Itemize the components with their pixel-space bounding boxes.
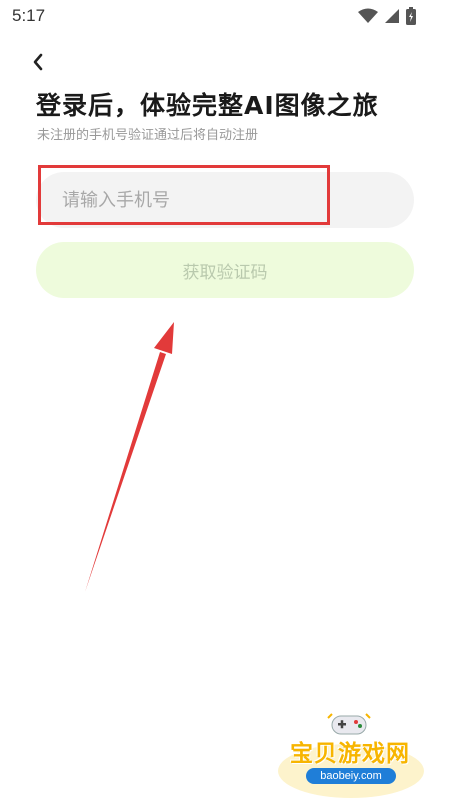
phone-field[interactable] [36, 172, 414, 228]
watermark-text: 宝贝游戏网 [290, 741, 410, 767]
battery-icon [406, 7, 416, 29]
wifi-icon [358, 8, 378, 28]
signal-icon [384, 8, 400, 28]
chevron-left-icon [31, 53, 45, 75]
status-icons [358, 7, 416, 29]
get-code-button[interactable]: 获取验证码 [36, 242, 414, 298]
watermark-logo: 宝贝游戏网 baobeiy.com [262, 708, 438, 800]
watermark-url: baobeiy.com [306, 768, 396, 784]
back-button[interactable] [24, 50, 52, 78]
phone-input[interactable] [62, 172, 392, 228]
page-subtitle: 未注册的手机号验证通过后将自动注册 [37, 128, 259, 143]
status-time: 5:17 [12, 6, 46, 25]
page-title: 登录后，体验完整AI图像之旅 [36, 91, 379, 120]
status-bar: 5:17 [0, 0, 450, 34]
